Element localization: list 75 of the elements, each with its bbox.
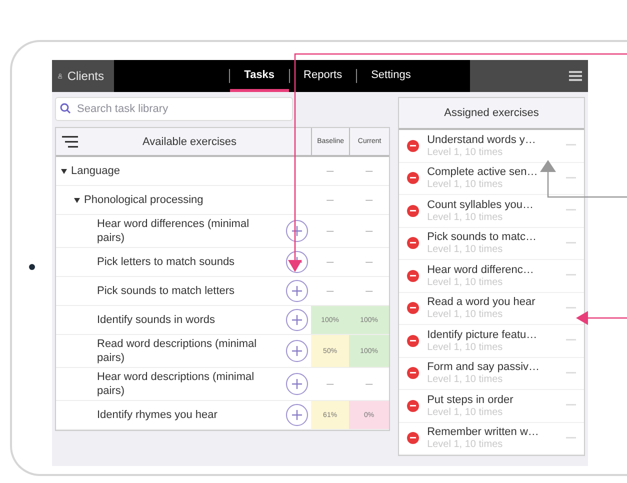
drag-handle-icon[interactable] <box>566 372 576 375</box>
add-button[interactable] <box>286 220 308 242</box>
drag-handle-icon[interactable] <box>566 339 576 342</box>
remove-button[interactable] <box>407 270 420 282</box>
callout-arrow <box>576 311 627 325</box>
exercise-name: Hear word differences (minimal pairs) <box>97 217 250 245</box>
minus-icon <box>410 210 416 212</box>
remove-button[interactable] <box>407 400 420 412</box>
minus-icon <box>410 274 416 277</box>
minus-icon <box>410 242 416 244</box>
plus-icon <box>292 410 302 420</box>
exercise-name: Pick letters to match sounds <box>97 255 235 269</box>
nav-tab[interactable]: Settings <box>357 60 425 92</box>
camera-dot <box>29 264 35 270</box>
add-button[interactable] <box>286 340 308 362</box>
exercise-title: Read a word you hear <box>427 296 536 308</box>
exercise-title: Remember written w… <box>427 426 540 438</box>
exercise-title: Hear word differenc… <box>427 264 535 276</box>
remove-button[interactable] <box>407 334 420 347</box>
remove-button[interactable] <box>407 432 420 444</box>
add-button[interactable] <box>286 373 308 395</box>
minus-icon <box>410 177 416 180</box>
minus-icon <box>410 307 416 310</box>
minus-icon <box>410 437 416 440</box>
exercise-title: Complete active sen… <box>427 166 539 178</box>
caret-icon[interactable] <box>74 198 80 202</box>
drag-handle-icon[interactable] <box>566 436 576 440</box>
remove-button[interactable] <box>407 237 420 250</box>
nav-tab[interactable]: Reports <box>290 60 356 92</box>
plus-icon <box>292 226 302 236</box>
drag-handle-icon[interactable] <box>566 176 576 180</box>
minus-icon <box>410 144 416 147</box>
caret-icon[interactable] <box>61 168 67 174</box>
drag-handle-icon[interactable] <box>566 274 576 278</box>
exercise-name: Identify rhymes you hear <box>97 408 218 422</box>
exercise-name: Hear word descriptions (minimal pairs) <box>97 370 256 398</box>
minus-icon <box>410 372 416 374</box>
drag-handle-icon[interactable] <box>566 144 576 148</box>
exercise-title: Form and say passiv… <box>427 361 541 374</box>
remove-button[interactable] <box>407 204 420 217</box>
minus-icon <box>410 340 416 342</box>
filter-icon[interactable] <box>62 134 80 148</box>
plus-icon <box>292 286 302 296</box>
plus-icon <box>292 315 302 325</box>
drag-handle-icon[interactable] <box>566 404 576 408</box>
exercise-title: Identify picture featu… <box>427 328 538 341</box>
drag-handle-icon[interactable] <box>566 306 576 310</box>
add-button[interactable] <box>286 404 308 426</box>
menu-icon[interactable] <box>569 71 582 81</box>
exercise-name: Identify sounds in words <box>97 313 216 327</box>
exercise-title: Understand words y… <box>427 134 537 146</box>
exercise-title: Put steps in order <box>427 394 514 406</box>
panel-title: Assigned exercises <box>399 98 584 130</box>
category-label: Phonological processing <box>84 193 204 207</box>
add-button[interactable] <box>286 280 308 302</box>
drag-handle-icon[interactable] <box>566 209 576 212</box>
drag-handle-icon[interactable] <box>566 242 576 245</box>
remove-button[interactable] <box>407 302 420 314</box>
exercise-name: Pick sounds to match letters <box>97 284 235 298</box>
clients-button[interactable]: Clients <box>52 60 114 92</box>
minus-icon <box>410 404 416 407</box>
search-field[interactable]: Search task library <box>55 97 293 121</box>
table-title: Available exercises <box>142 136 238 148</box>
plus-icon <box>292 379 302 389</box>
search-icon <box>60 103 71 114</box>
exercise-title: Pick sounds to matc… <box>427 231 538 244</box>
remove-button[interactable] <box>407 172 420 184</box>
add-button[interactable] <box>286 309 308 331</box>
nav-tab[interactable]: Tasks <box>230 60 289 92</box>
category-label: Language <box>71 164 120 178</box>
plus-icon <box>292 346 302 356</box>
exercise-title: Count syllables you… <box>427 198 534 211</box>
remove-button[interactable] <box>407 140 420 152</box>
remove-button[interactable] <box>407 367 420 380</box>
exercise-name: Read word descriptions (minimal pairs) <box>97 337 258 365</box>
